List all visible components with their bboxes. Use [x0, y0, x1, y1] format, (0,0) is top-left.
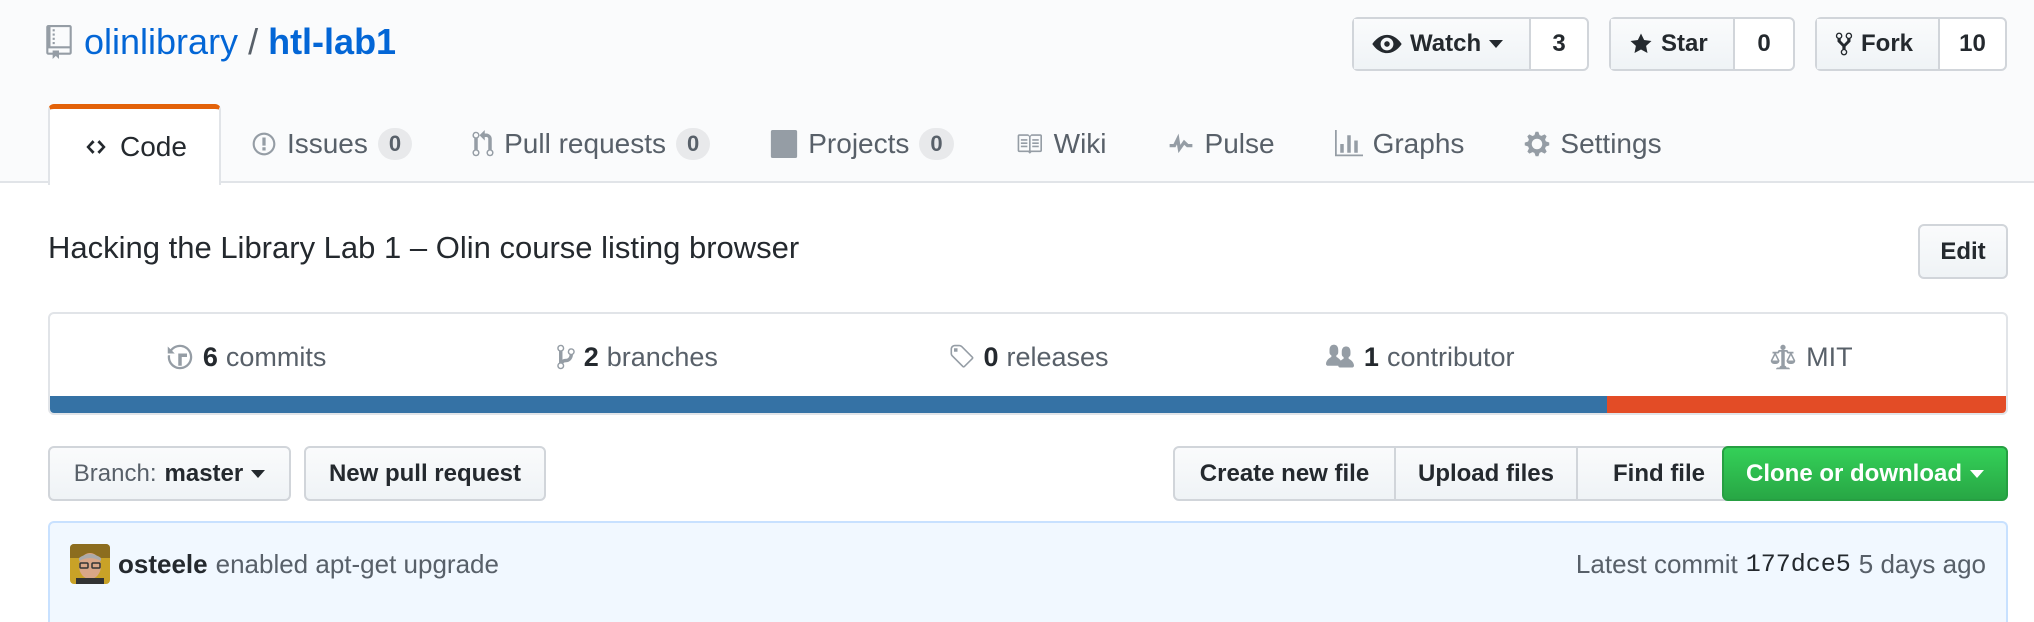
issue-icon — [252, 132, 276, 155]
code-icon — [86, 140, 106, 154]
branches-label: branches — [606, 341, 718, 372]
language-bar-segment[interactable] — [50, 396, 1607, 413]
star-count[interactable]: 0 — [1735, 19, 1793, 69]
contributors-count: 1 — [1363, 341, 1379, 372]
path-separator: / — [248, 21, 259, 62]
language-bar-segment[interactable] — [1606, 396, 2006, 413]
avatar[interactable] — [70, 544, 110, 584]
tab-wiki[interactable]: Wiki — [984, 104, 1137, 183]
create-new-file-button[interactable]: Create new file — [1175, 448, 1394, 499]
tab-projects[interactable]: Projects 0 — [740, 104, 983, 183]
chevron-down-icon — [1489, 40, 1504, 48]
fork-count[interactable]: 10 — [1940, 19, 2005, 69]
commit-message-link[interactable]: enabled apt-get upgrade — [216, 549, 499, 580]
chevron-down-icon — [1970, 469, 1984, 478]
graph-icon — [1334, 129, 1363, 156]
tab-wiki-label: Wiki — [1053, 127, 1107, 159]
tab-graphs[interactable]: Graphs — [1305, 104, 1495, 183]
pull-request-icon — [472, 129, 494, 156]
tab-projects-label: Projects — [808, 127, 910, 159]
latest-commit-bar: osteele enabled apt-get upgrade Latest c… — [48, 521, 2008, 622]
tab-pulse-label: Pulse — [1204, 127, 1275, 159]
releases-count: 0 — [983, 341, 999, 372]
commits-link[interactable]: 6 commits — [50, 342, 441, 373]
book-icon — [1017, 133, 1042, 154]
license-link[interactable]: MIT — [1615, 342, 2006, 373]
star-button-group: Star 0 — [1609, 17, 1795, 71]
fork-button[interactable]: Fork — [1817, 19, 1940, 69]
tab-settings[interactable]: Settings — [1494, 104, 1691, 183]
fork-button-group: Fork 10 — [1815, 17, 2007, 71]
avatar-image — [70, 544, 110, 584]
file-navigation: Branch: master New pull request Create n… — [48, 446, 2008, 501]
license-label: MIT — [1806, 341, 1853, 372]
eye-icon — [1372, 34, 1402, 54]
branches-link[interactable]: 2 branches — [441, 342, 832, 373]
tab-code[interactable]: Code — [48, 104, 221, 185]
branch-name: master — [164, 459, 244, 487]
history-icon — [167, 344, 193, 370]
branches-count: 2 — [583, 341, 599, 372]
issues-counter: 0 — [377, 127, 413, 160]
find-file-button[interactable]: Find file — [1576, 448, 1740, 499]
watch-count[interactable]: 3 — [1531, 19, 1587, 69]
repo-icon — [46, 25, 72, 59]
tag-icon — [950, 344, 974, 368]
law-icon — [1770, 344, 1796, 370]
file-actions-group: Create new file Upload files Find file — [1173, 446, 1742, 501]
tab-graphs-label: Graphs — [1372, 127, 1465, 159]
branch-icon — [557, 344, 575, 370]
star-icon — [1630, 33, 1652, 53]
latest-commit-label: Latest commit — [1575, 548, 1738, 579]
projects-counter: 0 — [919, 127, 954, 160]
commit-time: 5 days ago — [1858, 548, 1986, 579]
repo-header: olinlibrary / htl-lab1 Watch 3 Star 0 Fo… — [0, 0, 2034, 185]
edit-description-button[interactable]: Edit — [1918, 224, 2008, 279]
tab-code-label: Code — [120, 131, 187, 162]
repo-title: olinlibrary / htl-lab1 — [46, 18, 396, 66]
new-pull-request-button[interactable]: New pull request — [304, 446, 546, 501]
star-label: Star — [1661, 30, 1708, 57]
branch-prefix: Branch: — [73, 459, 157, 487]
repo-summary: 6 commits 2 branches 0 releases 1 contri… — [48, 312, 2008, 415]
releases-link[interactable]: 0 releases — [832, 342, 1223, 373]
gear-icon — [1525, 131, 1550, 156]
organization-icon — [1325, 344, 1354, 368]
pull-requests-counter: 0 — [676, 127, 711, 160]
star-button[interactable]: Star — [1611, 19, 1735, 69]
watch-button-group: Watch 3 — [1352, 17, 1589, 71]
tab-issues[interactable]: Issues 0 — [221, 104, 442, 183]
contributors-label: contributor — [1386, 341, 1515, 372]
repo-owner-link[interactable]: olinlibrary — [84, 21, 238, 63]
tab-pulse[interactable]: Pulse — [1137, 104, 1305, 183]
clone-or-download-button[interactable]: Clone or download — [1722, 446, 2008, 501]
tab-settings-label: Settings — [1560, 127, 1662, 159]
watch-label: Watch — [1410, 30, 1482, 57]
upload-files-button[interactable]: Upload files — [1394, 448, 1576, 499]
tab-pull-requests[interactable]: Pull requests 0 — [442, 104, 740, 183]
tab-issues-label: Issues — [286, 127, 368, 159]
clone-label: Clone or download — [1746, 459, 1962, 487]
commit-author-link[interactable]: osteele — [118, 549, 208, 580]
commit-sha-link[interactable]: 177dce5 — [1746, 550, 1851, 579]
releases-label: releases — [1006, 341, 1109, 372]
chevron-down-icon — [251, 469, 266, 478]
repo-name-link[interactable]: htl-lab1 — [268, 21, 396, 63]
fork-label: Fork — [1861, 30, 1914, 57]
commits-count: 6 — [202, 341, 218, 372]
watch-button[interactable]: Watch — [1354, 19, 1531, 69]
tab-pull-requests-label: Pull requests — [504, 127, 666, 159]
language-bar[interactable] — [50, 396, 2006, 413]
contributors-link[interactable]: 1 contributor — [1224, 342, 1615, 373]
project-icon — [771, 129, 798, 158]
pulse-icon — [1169, 133, 1192, 153]
repo-description: Hacking the Library Lab 1 – Olin course … — [48, 230, 800, 265]
fork-icon — [1835, 32, 1853, 56]
branch-select-button[interactable]: Branch: master — [48, 446, 291, 501]
commits-label: commits — [225, 341, 327, 372]
repo-nav-tabs: Code Issues 0 Pull requests 0 Projects 0… — [48, 104, 1692, 185]
